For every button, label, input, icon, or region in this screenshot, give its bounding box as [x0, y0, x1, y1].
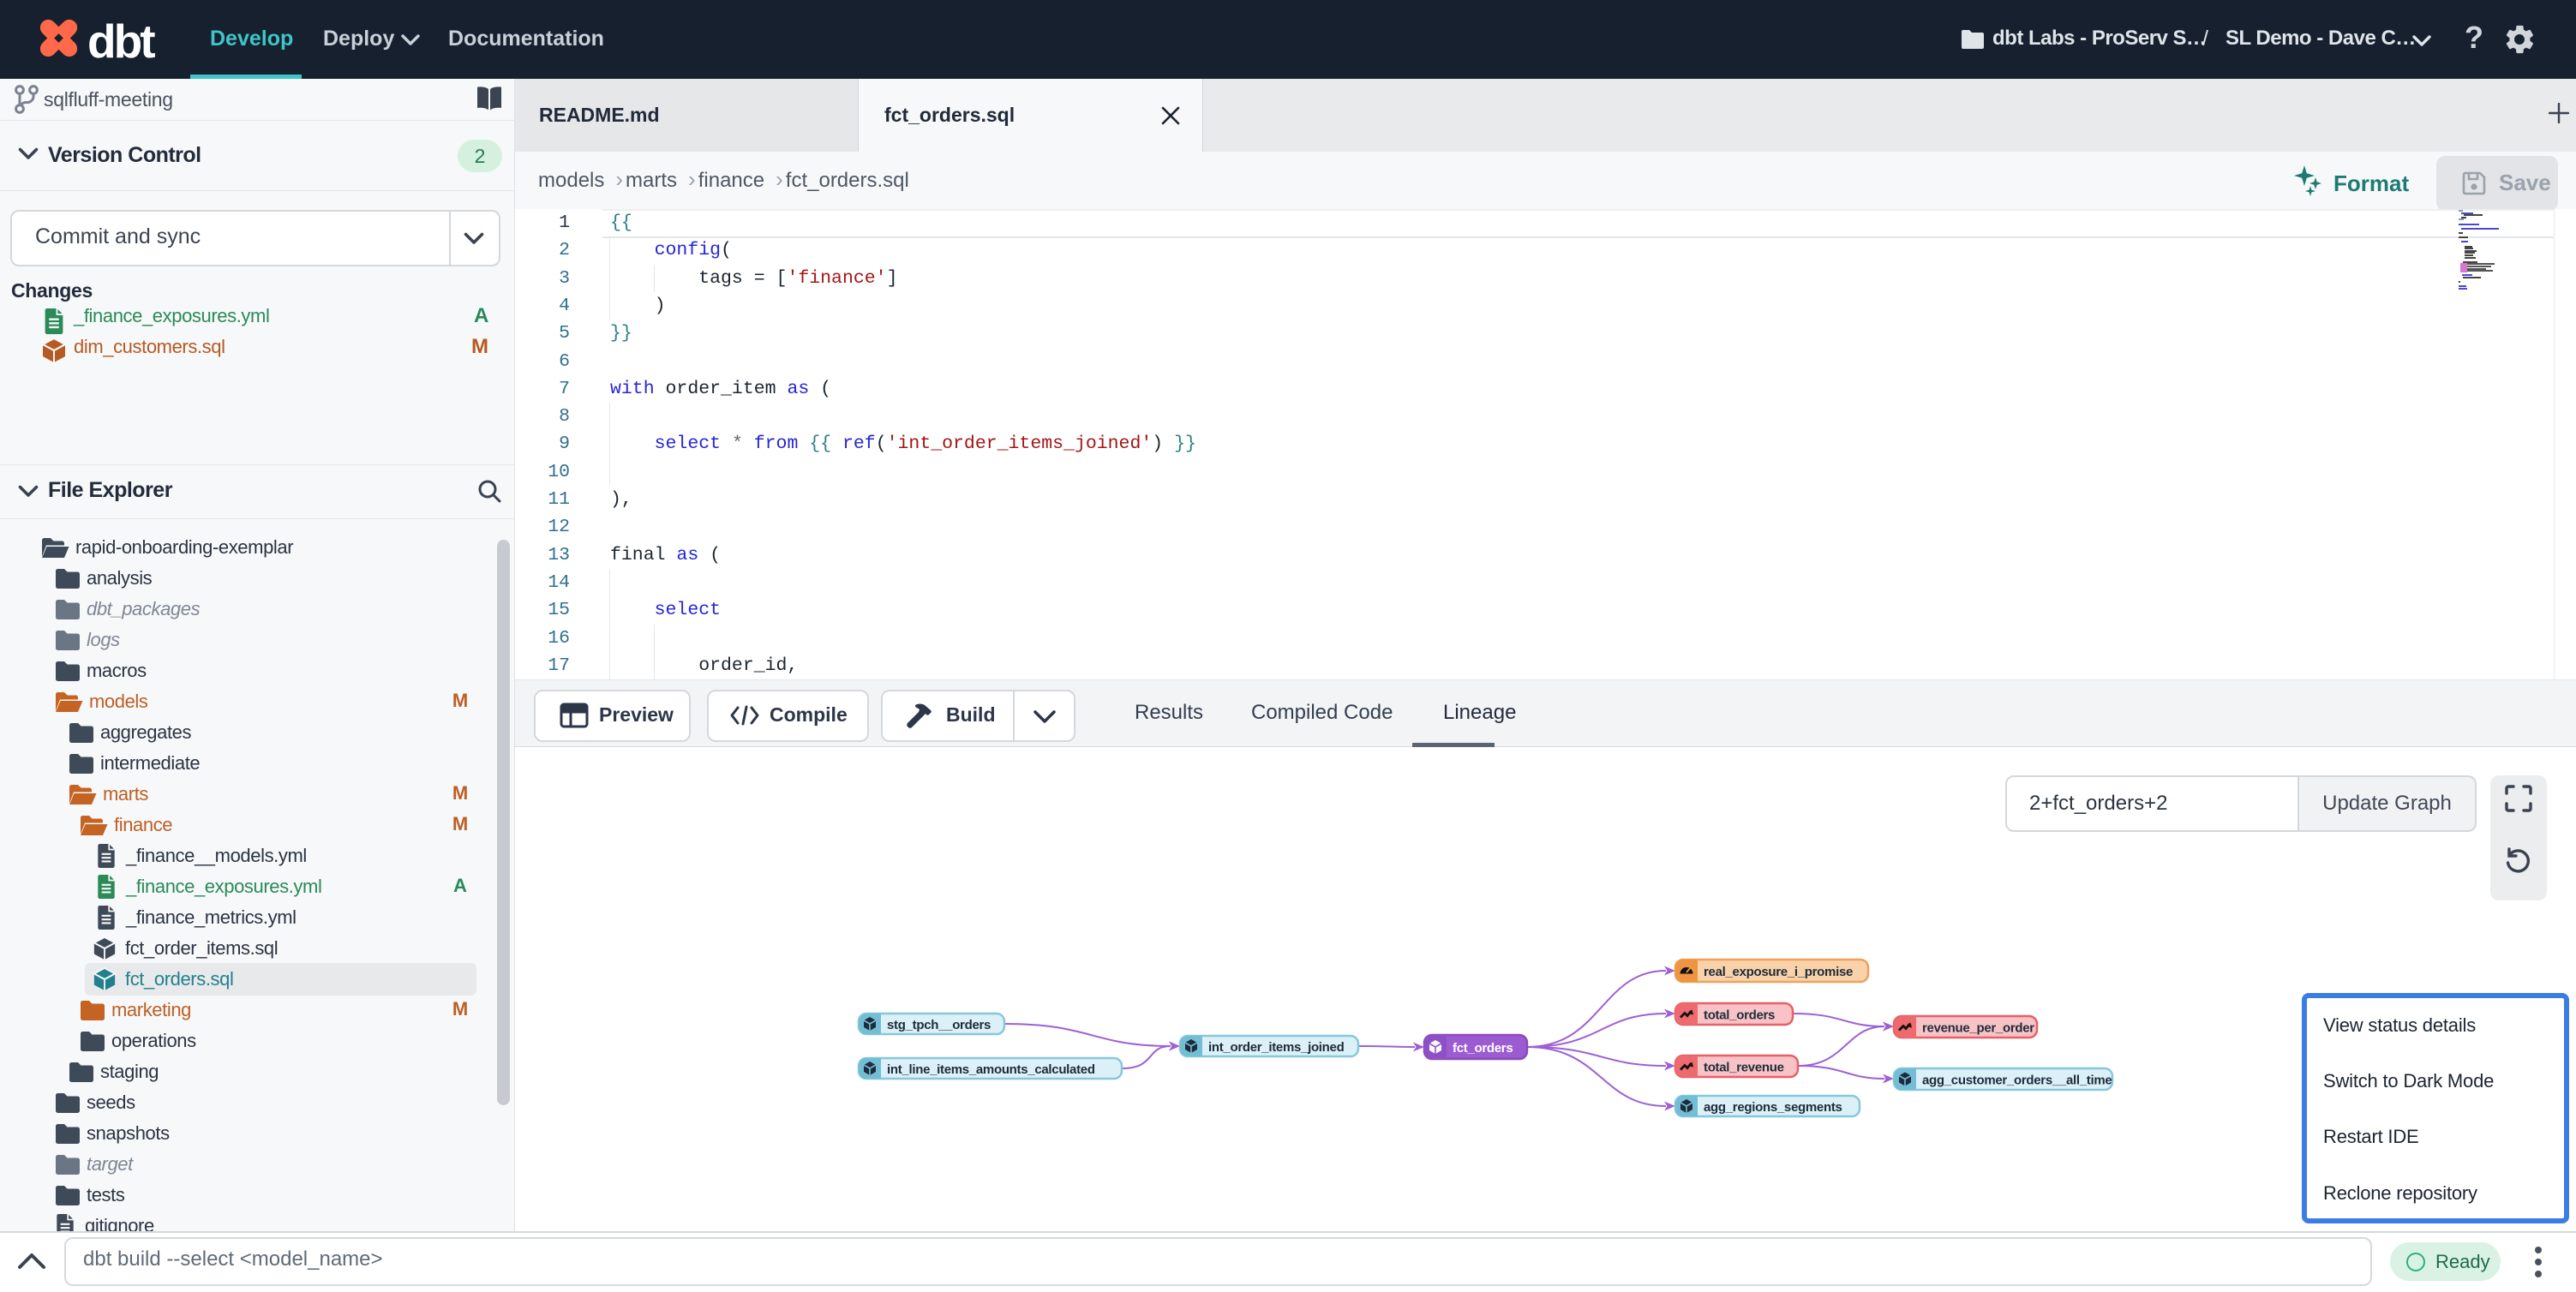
svg-text:fct_orders: fct_orders: [1453, 1041, 1513, 1056]
svg-text:total_revenue: total_revenue: [1704, 1061, 1784, 1075]
svg-text:agg_regions_segments: agg_regions_segments: [1704, 1100, 1842, 1115]
svg-text:revenue_per_order: revenue_per_order: [1922, 1021, 2034, 1036]
svg-text:int_line_items_amounts_calcula: int_line_items_amounts_calculated: [887, 1062, 1095, 1077]
svg-text:total_orders: total_orders: [1704, 1008, 1775, 1023]
svg-text:int_order_items_joined: int_order_items_joined: [1208, 1040, 1345, 1055]
svg-text:stg_tpch__orders: stg_tpch__orders: [887, 1018, 991, 1032]
svg-text:agg_customer_orders__all_time: agg_customer_orders__all_time: [1922, 1074, 2112, 1088]
svg-text:real_exposure_i_promise: real_exposure_i_promise: [1704, 965, 1853, 979]
